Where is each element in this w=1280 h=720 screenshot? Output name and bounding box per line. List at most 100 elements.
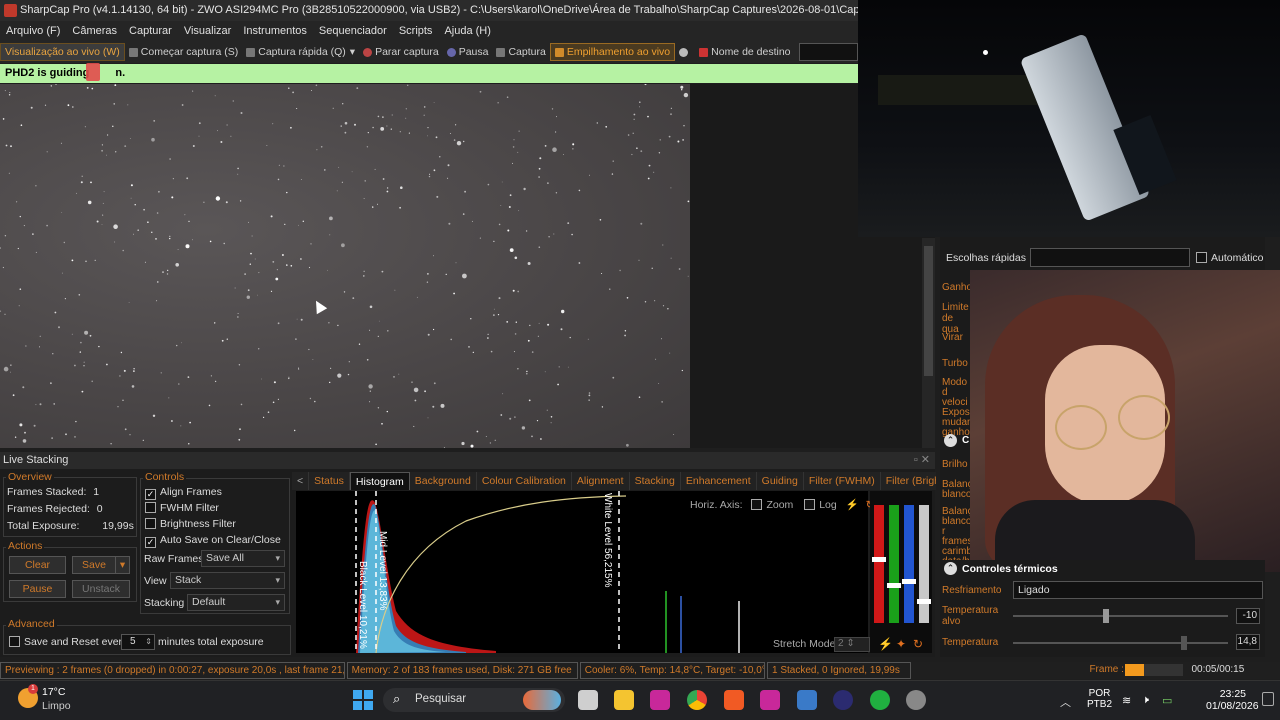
stop-capture-button[interactable]: Parar captura <box>359 43 443 61</box>
tab-stacking[interactable]: Stacking <box>629 472 681 490</box>
capture-tool-icon[interactable] <box>797 690 817 710</box>
tab-filter-fwhm[interactable]: Filter (FWHM) <box>803 472 881 490</box>
file-explorer-icon[interactable] <box>614 690 634 710</box>
tabs-scroll-left-icon[interactable]: < <box>292 472 310 490</box>
lightning-icon[interactable]: ⚡ <box>846 499 859 511</box>
windows-start-icon[interactable] <box>353 690 373 710</box>
menu-view[interactable]: Visualizar <box>178 25 238 37</box>
live-stacking-button[interactable]: Empilhamento ao vivo <box>549 43 676 61</box>
menu-capture[interactable]: Capturar <box>123 25 178 37</box>
auto-save-row[interactable]: ✓ Auto Save on Clear/Close <box>145 534 281 548</box>
sun-icon[interactable]: ✦ <box>896 637 906 651</box>
onenote-icon[interactable] <box>650 690 670 710</box>
slider-knob[interactable] <box>872 557 886 562</box>
display-settings-button[interactable] <box>675 43 695 61</box>
start-capture-button[interactable]: Começar captura (S) <box>125 43 242 61</box>
tab-background[interactable]: Background <box>409 472 477 490</box>
pause-stacking-button[interactable]: Pause <box>9 580 66 598</box>
slider-knob[interactable] <box>887 583 901 588</box>
target-temp-input[interactable]: -10 <box>1236 608 1260 624</box>
taskbar-clock[interactable]: 23:25 01/08/2026 <box>1206 688 1259 712</box>
task-view-icon[interactable] <box>578 690 598 710</box>
color-balance-sliders[interactable]: ⚡ ✦ ↻ <box>870 491 932 653</box>
menu-cameras[interactable]: Câmeras <box>66 25 123 37</box>
taskbar-search[interactable]: ⌕ Pesquisar <box>383 688 565 712</box>
luminance-slider[interactable] <box>919 505 929 623</box>
stellarium-icon[interactable] <box>833 690 853 710</box>
language-indicator[interactable]: POR PTB2 <box>1087 688 1112 710</box>
notifications-icon[interactable] <box>1262 692 1274 706</box>
brightness-filter-checkbox[interactable] <box>145 518 156 529</box>
quick-capture-button[interactable]: Captura rápida (Q) ▾ <box>242 43 359 61</box>
collapse-icon[interactable]: ⌃ <box>944 434 957 447</box>
scrollbar-thumb[interactable] <box>924 246 933 376</box>
chrome-icon[interactable] <box>687 690 707 710</box>
menu-sequencer[interactable]: Sequenciador <box>313 25 393 37</box>
histogram-chart[interactable]: Black Level 10,21% Mid Level 13,83% Whit… <box>296 491 868 653</box>
battery-icon[interactable]: ▭ <box>1162 694 1172 707</box>
brave-icon[interactable] <box>724 690 744 710</box>
onenote-icon[interactable] <box>760 690 780 710</box>
slider-knob[interactable] <box>1103 609 1109 623</box>
target-temp-slider[interactable] <box>1013 609 1228 623</box>
save-reset-minutes-input[interactable]: 5 ⇕ <box>121 634 155 650</box>
raw-frames-combo[interactable]: Save All <box>201 550 285 567</box>
align-frames-row[interactable]: ✓ Align Frames <box>145 486 222 500</box>
slider-knob[interactable] <box>917 599 931 604</box>
star <box>178 383 180 385</box>
zoom-checkbox[interactable] <box>751 499 763 510</box>
tab-filter-brightness[interactable]: Filter (Brightness) <box>880 472 936 490</box>
fwhm-filter-row[interactable]: FWHM Filter <box>145 502 219 514</box>
align-frames-checkbox[interactable]: ✓ <box>145 489 156 500</box>
tab-status[interactable]: Status <box>309 472 350 490</box>
red-slider[interactable] <box>874 505 884 623</box>
reset-icon[interactable]: ↻ <box>913 637 923 651</box>
stepper-icon[interactable]: ⇕ <box>145 635 152 649</box>
camera-preview[interactable] <box>0 84 690 448</box>
pause-button[interactable]: Pausa <box>443 43 493 61</box>
weather-desc[interactable]: Limpo <box>42 700 71 712</box>
chevron-up-icon[interactable]: ︿ <box>1060 694 1071 710</box>
tab-enhancement[interactable]: Enhancement <box>680 472 757 490</box>
log-checkbox[interactable] <box>804 499 816 510</box>
target-name-button[interactable]: Nome de destino <box>695 43 794 61</box>
lightning-icon[interactable]: ⚡ <box>878 637 893 651</box>
fwhm-filter-checkbox[interactable] <box>145 502 156 513</box>
automatic-checkbox[interactable] <box>1196 252 1207 263</box>
clear-button[interactable]: Clear <box>9 556 66 574</box>
cooling-combo[interactable]: Ligado <box>1013 581 1263 599</box>
brightness-filter-row[interactable]: Brightness Filter <box>145 518 236 530</box>
save-reset-checkbox[interactable] <box>9 636 20 647</box>
green-slider[interactable] <box>889 505 899 623</box>
phd2-icon[interactable] <box>870 690 890 710</box>
collapse-icon[interactable]: ⌃ <box>944 562 957 575</box>
slider-knob[interactable] <box>902 579 916 584</box>
unstack-button[interactable]: Unstack <box>72 580 130 598</box>
star <box>470 444 474 448</box>
blue-slider[interactable] <box>904 505 914 623</box>
menu-scripts[interactable]: Scripts <box>393 25 439 37</box>
save-button[interactable]: Save <box>72 556 116 574</box>
live-view-button[interactable]: Visualização ao vivo (W) <box>0 43 125 61</box>
tab-histogram[interactable]: Histogram <box>349 472 410 490</box>
preview-scrollbar[interactable] <box>922 238 935 448</box>
quick-choices-combo[interactable] <box>1030 248 1190 267</box>
tab-alignment[interactable]: Alignment <box>571 472 630 490</box>
weather-temp[interactable]: 17°C <box>42 686 65 698</box>
save-dropdown-button[interactable]: ▾ <box>115 556 130 574</box>
tab-colour-calibration[interactable]: Colour Calibration <box>476 472 572 490</box>
close-icon[interactable]: ▫ ✕ <box>914 452 930 469</box>
auto-save-checkbox[interactable]: ✓ <box>145 537 156 548</box>
stacking-combo[interactable]: Default <box>187 594 285 611</box>
wifi-icon[interactable]: ≋ <box>1122 694 1131 707</box>
menu-tools[interactable]: Instrumentos <box>237 25 313 37</box>
menu-help[interactable]: Ajuda (H) <box>438 25 496 37</box>
snapshot-button[interactable]: Captura <box>492 43 549 61</box>
target-name-combo[interactable] <box>798 43 858 61</box>
tab-guiding[interactable]: Guiding <box>756 472 804 490</box>
menu-file[interactable]: Arquivo (F) <box>0 25 66 37</box>
stretch-mode-input[interactable]: 2 ⇕ <box>834 637 870 652</box>
speaker-mute-icon[interactable]: 🕨 <box>1142 694 1149 707</box>
sharpcap-taskbar-icon[interactable] <box>906 690 926 710</box>
view-combo[interactable]: Stack <box>170 572 285 589</box>
